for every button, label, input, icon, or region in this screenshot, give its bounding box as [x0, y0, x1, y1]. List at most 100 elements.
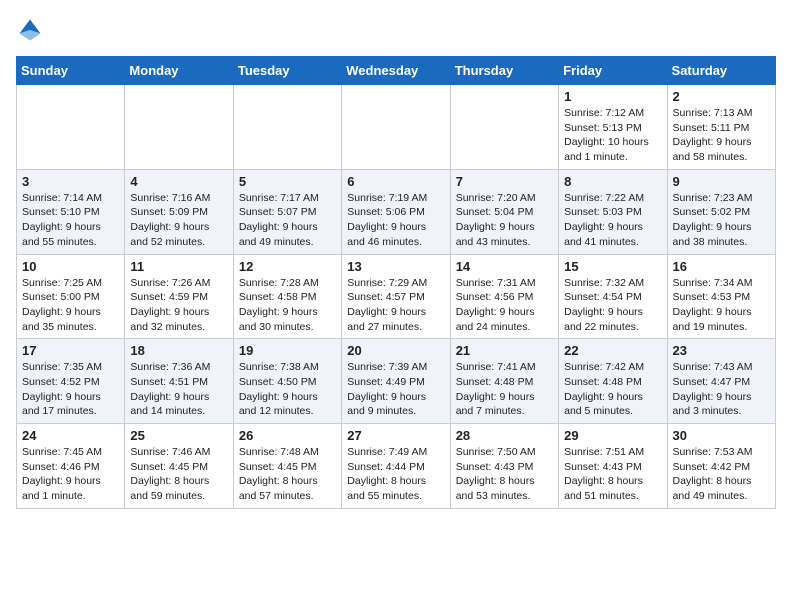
calendar-cell: 9 Sunrise: 7:23 AM Sunset: 5:02 PM Daylig…	[667, 169, 775, 254]
day-info: Sunrise: 7:19 AM Sunset: 5:06 PM Dayligh…	[347, 191, 444, 250]
day-info: Sunrise: 7:35 AM Sunset: 4:52 PM Dayligh…	[22, 360, 119, 419]
calendar-cell: 29 Sunrise: 7:51 AM Sunset: 4:43 PM Dayli…	[559, 424, 667, 509]
calendar-cell: 15Sunrise: 7:32 AM Sunset: 4:54 PM Dayli…	[559, 254, 667, 339]
day-info: Sunrise: 7:39 AM Sunset: 4:49 PM Dayligh…	[347, 360, 444, 419]
calendar-week-0: 1 Sunrise: 7:12 AM Sunset: 5:13 PM Daylig…	[17, 85, 776, 170]
day-number: 12	[239, 259, 336, 274]
day-number: 16	[673, 259, 770, 274]
day-number: 1	[564, 89, 661, 104]
header-sunday: Sunday	[17, 57, 125, 85]
day-number: 22	[564, 343, 661, 358]
page-header	[16, 16, 776, 44]
calendar-cell: 11 Sunrise: 7:26 AM Sunset: 4:59 PM Dayli…	[125, 254, 233, 339]
day-info: Sunrise: 7:50 AM Sunset: 4:43 PM Dayligh…	[456, 445, 553, 504]
header-friday: Friday	[559, 57, 667, 85]
calendar-cell: 21 Sunrise: 7:41 AM Sunset: 4:48 PM Dayli…	[450, 339, 558, 424]
day-number: 7	[456, 174, 553, 189]
calendar-week-1: 3 Sunrise: 7:14 AM Sunset: 5:10 PM Daylig…	[17, 169, 776, 254]
calendar-cell: 7Sunrise: 7:20 AM Sunset: 5:04 PM Daylig…	[450, 169, 558, 254]
calendar-cell: 14 Sunrise: 7:31 AM Sunset: 4:56 PM Dayli…	[450, 254, 558, 339]
day-info: Sunrise: 7:26 AM Sunset: 4:59 PM Dayligh…	[130, 276, 227, 335]
day-info: Sunrise: 7:45 AM Sunset: 4:46 PM Dayligh…	[22, 445, 119, 504]
calendar-cell: 2 Sunrise: 7:13 AM Sunset: 5:11 PM Daylig…	[667, 85, 775, 170]
header-wednesday: Wednesday	[342, 57, 450, 85]
calendar-cell: 6 Sunrise: 7:19 AM Sunset: 5:06 PM Daylig…	[342, 169, 450, 254]
day-info: Sunrise: 7:43 AM Sunset: 4:47 PM Dayligh…	[673, 360, 770, 419]
calendar-cell: 19Sunrise: 7:38 AM Sunset: 4:50 PM Dayli…	[233, 339, 341, 424]
day-info: Sunrise: 7:28 AM Sunset: 4:58 PM Dayligh…	[239, 276, 336, 335]
calendar-cell: 3 Sunrise: 7:14 AM Sunset: 5:10 PM Daylig…	[17, 169, 125, 254]
day-number: 19	[239, 343, 336, 358]
day-info: Sunrise: 7:42 AM Sunset: 4:48 PM Dayligh…	[564, 360, 661, 419]
day-number: 30	[673, 428, 770, 443]
header-thursday: Thursday	[450, 57, 558, 85]
day-number: 11	[130, 259, 227, 274]
day-number: 3	[22, 174, 119, 189]
day-number: 29	[564, 428, 661, 443]
calendar-cell: 25 Sunrise: 7:46 AM Sunset: 4:45 PM Dayli…	[125, 424, 233, 509]
day-number: 26	[239, 428, 336, 443]
day-number: 14	[456, 259, 553, 274]
day-info: Sunrise: 7:23 AM Sunset: 5:02 PM Dayligh…	[673, 191, 770, 250]
calendar-cell: 12 Sunrise: 7:28 AM Sunset: 4:58 PM Dayli…	[233, 254, 341, 339]
calendar-week-2: 10 Sunrise: 7:25 AM Sunset: 5:00 PM Dayli…	[17, 254, 776, 339]
day-number: 6	[347, 174, 444, 189]
day-info: Sunrise: 7:46 AM Sunset: 4:45 PM Dayligh…	[130, 445, 227, 504]
calendar-cell	[342, 85, 450, 170]
calendar-cell: 30Sunrise: 7:53 AM Sunset: 4:42 PM Dayli…	[667, 424, 775, 509]
day-info: Sunrise: 7:32 AM Sunset: 4:54 PM Dayligh…	[564, 276, 661, 335]
day-info: Sunrise: 7:16 AM Sunset: 5:09 PM Dayligh…	[130, 191, 227, 250]
calendar-cell: 17 Sunrise: 7:35 AM Sunset: 4:52 PM Dayli…	[17, 339, 125, 424]
calendar-cell	[17, 85, 125, 170]
day-info: Sunrise: 7:51 AM Sunset: 4:43 PM Dayligh…	[564, 445, 661, 504]
calendar-cell	[125, 85, 233, 170]
day-number: 20	[347, 343, 444, 358]
day-info: Sunrise: 7:25 AM Sunset: 5:00 PM Dayligh…	[22, 276, 119, 335]
day-number: 24	[22, 428, 119, 443]
calendar-cell: 18 Sunrise: 7:36 AM Sunset: 4:51 PM Dayli…	[125, 339, 233, 424]
calendar-week-4: 24 Sunrise: 7:45 AM Sunset: 4:46 PM Dayli…	[17, 424, 776, 509]
day-number: 5	[239, 174, 336, 189]
calendar-cell: 13 Sunrise: 7:29 AM Sunset: 4:57 PM Dayli…	[342, 254, 450, 339]
calendar-cell: 28Sunrise: 7:50 AM Sunset: 4:43 PM Dayli…	[450, 424, 558, 509]
day-number: 8	[564, 174, 661, 189]
calendar-cell	[450, 85, 558, 170]
calendar-cell: 23 Sunrise: 7:43 AM Sunset: 4:47 PM Dayli…	[667, 339, 775, 424]
day-number: 25	[130, 428, 227, 443]
day-number: 2	[673, 89, 770, 104]
header-saturday: Saturday	[667, 57, 775, 85]
day-info: Sunrise: 7:22 AM Sunset: 5:03 PM Dayligh…	[564, 191, 661, 250]
calendar-cell: 8 Sunrise: 7:22 AM Sunset: 5:03 PM Daylig…	[559, 169, 667, 254]
day-info: Sunrise: 7:41 AM Sunset: 4:48 PM Dayligh…	[456, 360, 553, 419]
calendar-cell	[233, 85, 341, 170]
day-info: Sunrise: 7:29 AM Sunset: 4:57 PM Dayligh…	[347, 276, 444, 335]
logo-icon	[16, 16, 44, 44]
day-info: Sunrise: 7:13 AM Sunset: 5:11 PM Dayligh…	[673, 106, 770, 165]
day-number: 21	[456, 343, 553, 358]
day-number: 4	[130, 174, 227, 189]
calendar-cell: 26Sunrise: 7:48 AM Sunset: 4:45 PM Dayli…	[233, 424, 341, 509]
day-number: 13	[347, 259, 444, 274]
calendar-cell: 27Sunrise: 7:49 AM Sunset: 4:44 PM Dayli…	[342, 424, 450, 509]
calendar-cell: 16 Sunrise: 7:34 AM Sunset: 4:53 PM Dayli…	[667, 254, 775, 339]
day-number: 27	[347, 428, 444, 443]
day-number: 23	[673, 343, 770, 358]
calendar-header-row: SundayMondayTuesdayWednesdayThursdayFrid…	[17, 57, 776, 85]
day-number: 10	[22, 259, 119, 274]
calendar-cell: 20 Sunrise: 7:39 AM Sunset: 4:49 PM Dayli…	[342, 339, 450, 424]
day-number: 17	[22, 343, 119, 358]
calendar-cell: 1 Sunrise: 7:12 AM Sunset: 5:13 PM Daylig…	[559, 85, 667, 170]
logo	[16, 16, 48, 44]
day-number: 18	[130, 343, 227, 358]
header-tuesday: Tuesday	[233, 57, 341, 85]
day-info: Sunrise: 7:14 AM Sunset: 5:10 PM Dayligh…	[22, 191, 119, 250]
day-info: Sunrise: 7:12 AM Sunset: 5:13 PM Dayligh…	[564, 106, 661, 165]
day-info: Sunrise: 7:31 AM Sunset: 4:56 PM Dayligh…	[456, 276, 553, 335]
calendar-week-3: 17 Sunrise: 7:35 AM Sunset: 4:52 PM Dayli…	[17, 339, 776, 424]
day-info: Sunrise: 7:34 AM Sunset: 4:53 PM Dayligh…	[673, 276, 770, 335]
calendar-cell: 5 Sunrise: 7:17 AM Sunset: 5:07 PM Daylig…	[233, 169, 341, 254]
day-info: Sunrise: 7:36 AM Sunset: 4:51 PM Dayligh…	[130, 360, 227, 419]
day-number: 9	[673, 174, 770, 189]
calendar-cell: 4 Sunrise: 7:16 AM Sunset: 5:09 PM Daylig…	[125, 169, 233, 254]
day-info: Sunrise: 7:17 AM Sunset: 5:07 PM Dayligh…	[239, 191, 336, 250]
